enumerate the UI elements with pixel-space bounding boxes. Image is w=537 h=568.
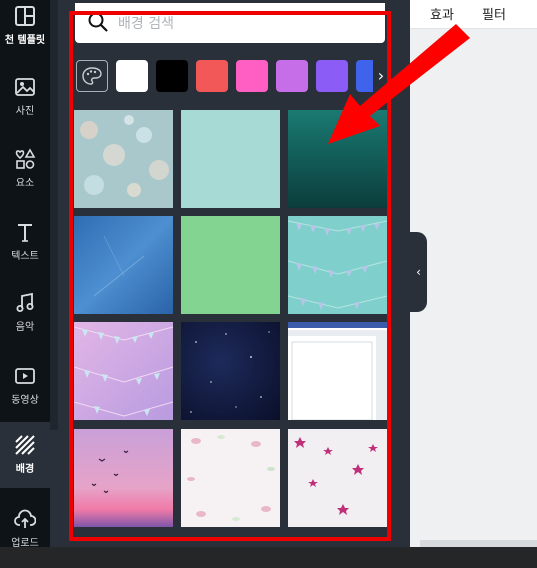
background-tile-bokeh-teal[interactable] [74, 110, 173, 208]
filter-button[interactable]: 필터 [482, 4, 506, 23]
image-icon [15, 78, 35, 96]
background-tile-sunset-birds[interactable] [74, 429, 173, 527]
chevron-left-icon: ‹ [416, 265, 421, 279]
video-icon [15, 368, 35, 384]
sidebar-item-label: 배경 [15, 464, 35, 475]
background-tile-bunting-teal[interactable] [288, 216, 387, 314]
color-palette-button[interactable] [76, 60, 108, 92]
sidebar-item-label: 텍스트 [11, 251, 39, 262]
shapes-icon [15, 148, 36, 169]
text-icon [18, 224, 32, 242]
horizontal-scrollbar[interactable] [420, 540, 537, 547]
sidebar-item-text[interactable]: 텍스트 [0, 216, 50, 284]
color-swatch-white[interactable] [116, 60, 148, 92]
sidebar-item-templates[interactable]: 천 템플릿 [0, 0, 50, 68]
background-tile-blue-sky-texture[interactable] [74, 216, 173, 314]
sidebar-item-label: 요소 [15, 178, 35, 189]
music-icon [16, 292, 34, 312]
sidebar-item-label: 동영상 [11, 395, 39, 406]
sidebar: 천 템플릿 사진 요소 텍스트 음악 동영상 배경 업로드 [0, 0, 50, 549]
panel-scrollbar[interactable] [50, 0, 58, 430]
background-tile-petals-white[interactable] [181, 429, 280, 527]
sidebar-item-photos[interactable]: 사진 [0, 72, 50, 140]
palette-icon [82, 67, 102, 85]
background-tile-document-window[interactable] [288, 322, 387, 420]
background-tile-night-stars[interactable] [181, 322, 280, 420]
sidebar-item-elements[interactable]: 요소 [0, 144, 50, 212]
arrow-annotation-icon [328, 24, 470, 144]
sidebar-item-backgrounds[interactable]: 배경 [0, 422, 50, 488]
color-swatch-pink[interactable] [236, 60, 268, 92]
collapse-panel-button[interactable]: ‹ [410, 232, 427, 312]
sidebar-item-uploads[interactable]: 업로드 [0, 500, 50, 568]
background-tile-confetti-stars[interactable] [288, 429, 387, 527]
background-tile-bunting-pink[interactable] [74, 322, 173, 420]
search-icon [88, 12, 108, 32]
background-tile-solid-mint[interactable] [181, 110, 280, 208]
background-hatch-icon [15, 435, 35, 455]
sidebar-item-music[interactable]: 음악 [0, 288, 50, 356]
color-swatch-purple[interactable] [276, 60, 308, 92]
color-swatch-black[interactable] [156, 60, 188, 92]
color-swatch-red[interactable] [196, 60, 228, 92]
upload-icon [14, 509, 36, 528]
sidebar-item-label: 사진 [15, 106, 35, 117]
sidebar-item-label: 천 템플릿 [4, 35, 46, 46]
sidebar-item-video[interactable]: 동영상 [0, 360, 50, 428]
background-tile-solid-green[interactable] [181, 216, 280, 314]
layout-icon [15, 6, 35, 26]
sidebar-item-label: 음악 [15, 322, 35, 333]
search-placeholder: 배경 검색 [118, 16, 174, 32]
